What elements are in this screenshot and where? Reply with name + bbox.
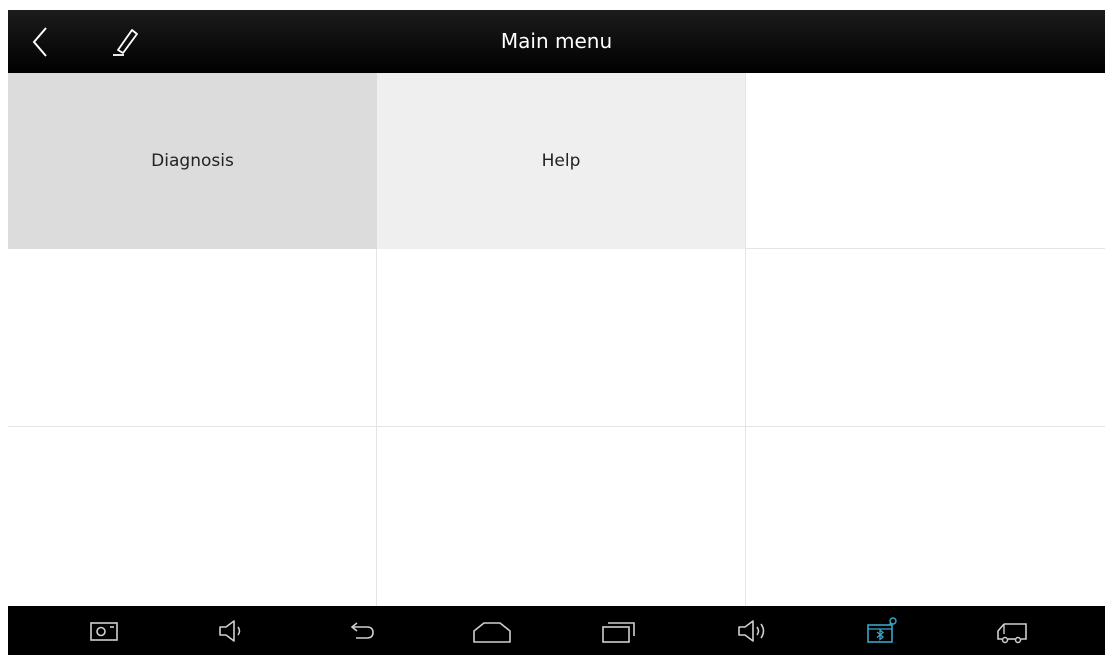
pen-icon [113,29,138,56]
screenshot-button[interactable] [87,614,121,648]
menu-item-empty [746,249,1105,427]
menu-item-empty [377,427,746,606]
volume-up-icon [738,620,765,642]
menu-item-label: Diagnosis [151,151,234,171]
system-nav-bar [8,606,1105,655]
menu-item-empty [746,73,1105,249]
volume-down-button[interactable] [215,614,249,648]
home-icon [473,622,511,643]
volume-down-icon [219,620,241,642]
menu-item-label: Help [541,151,581,171]
menu-item-empty [746,427,1105,606]
page-title: Main menu [500,29,613,53]
truck-icon [997,623,1027,644]
recent-apps-icon [602,622,635,643]
back-button[interactable] [26,24,54,60]
volume-up-button[interactable] [734,614,774,648]
menu-item-diagnosis[interactable]: Diagnosis [8,73,377,249]
menu-item-empty [8,427,377,606]
screen: Main menu Diagnosis Help [0,0,1105,655]
screenshot-icon [90,622,118,641]
bluetooth-vci-icon [867,617,897,643]
vci-status-button[interactable] [862,614,900,648]
menu-grid: Diagnosis Help [8,73,1105,606]
menu-item-empty [377,249,746,427]
recent-apps-button[interactable] [599,614,639,648]
menu-item-empty [8,249,377,427]
back-icon [350,622,374,639]
chevron-left-icon [32,27,47,57]
menu-item-help[interactable]: Help [377,73,746,249]
nav-back-button[interactable] [344,614,378,648]
truck-button[interactable] [990,614,1032,648]
title-bar: Main menu [8,10,1105,73]
edit-button[interactable] [108,24,144,60]
home-button[interactable] [470,614,514,648]
